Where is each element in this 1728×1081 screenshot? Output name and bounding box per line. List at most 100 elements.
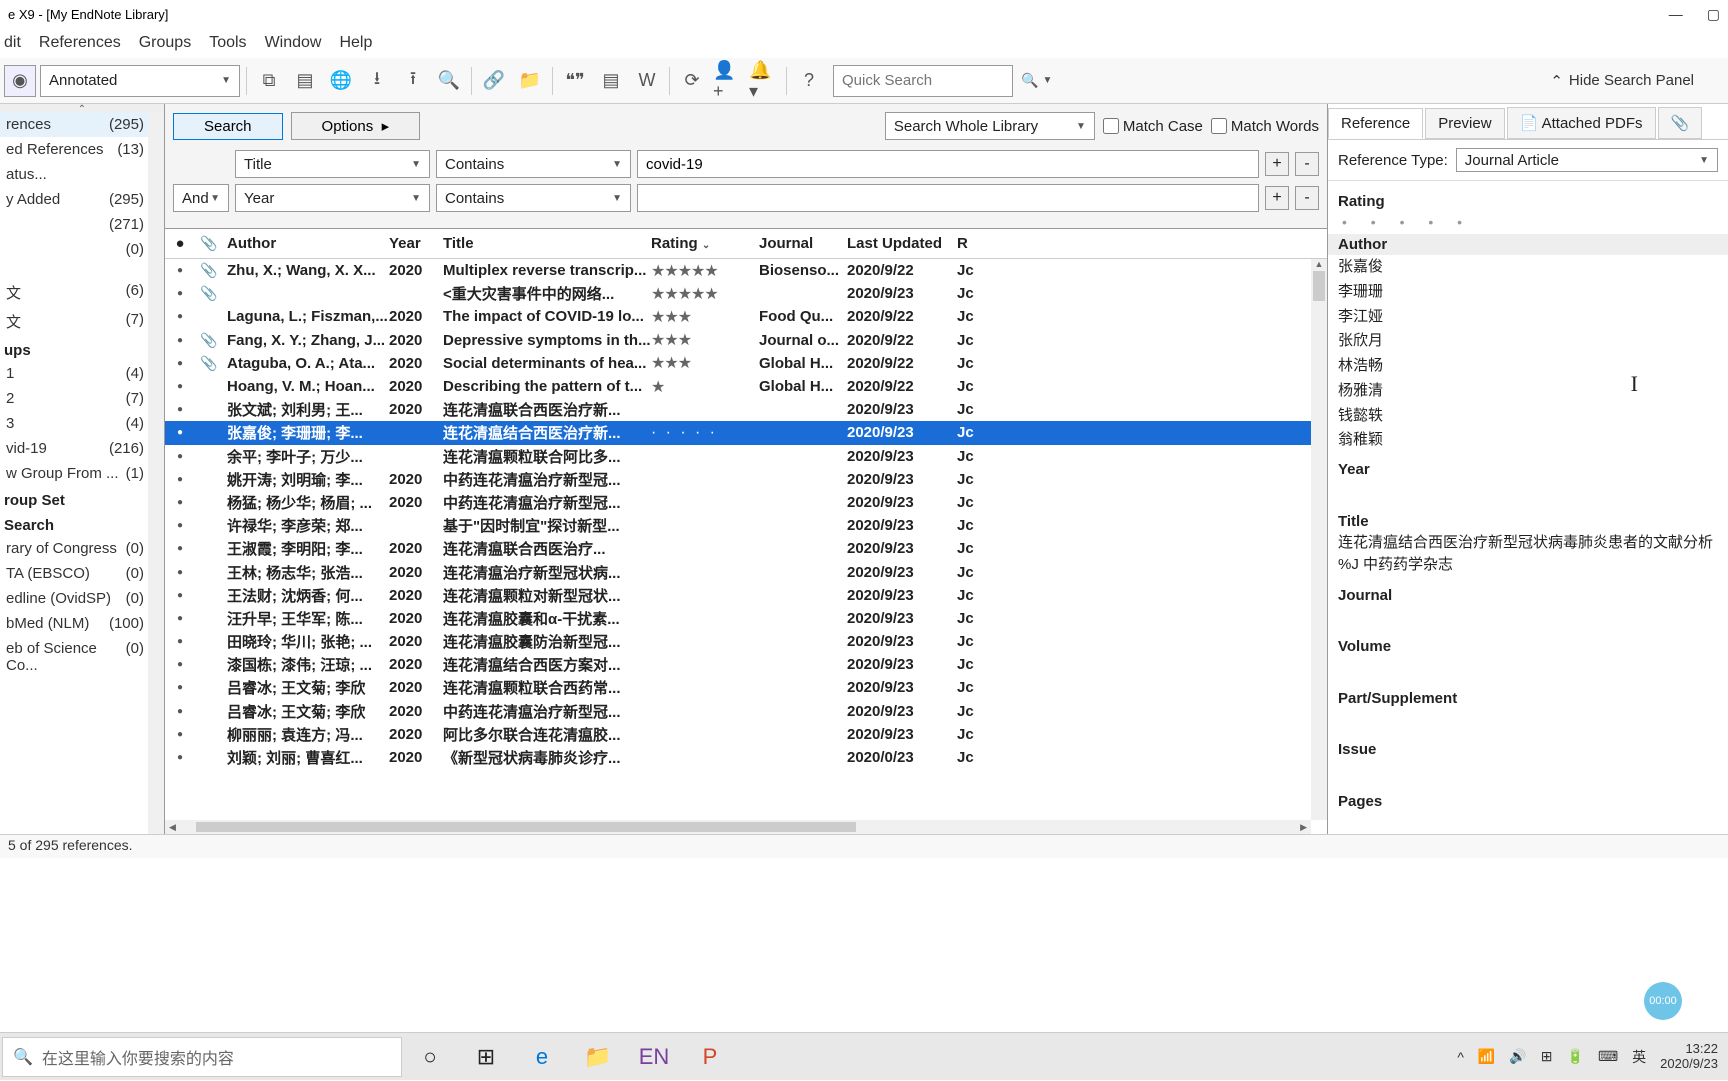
col-rating[interactable]: Rating ⌄ bbox=[651, 235, 759, 252]
col-journal[interactable]: Journal bbox=[759, 235, 847, 252]
search-value-2[interactable] bbox=[637, 184, 1259, 212]
sidebar-item[interactable]: w Group From ...(1) bbox=[0, 461, 164, 486]
table-row[interactable]: ● 姚开涛; 刘明瑜; 李... 2020 中药连花清瘟治疗新型冠... 202… bbox=[165, 468, 1327, 491]
sidebar-item[interactable]: 2(7) bbox=[0, 386, 164, 411]
author-entry[interactable]: 钱懿轶 bbox=[1338, 404, 1718, 429]
online-search-icon[interactable]: 🌐 bbox=[325, 65, 357, 97]
col-reftype[interactable]: R bbox=[957, 235, 977, 252]
quick-search-go[interactable]: 🔍 ▼ bbox=[1021, 72, 1052, 89]
col-title[interactable]: Title bbox=[443, 235, 651, 252]
table-row[interactable]: ● 吕睿冰; 王文菊; 李欣 2020 中药连花清瘟治疗新型冠... 2020/… bbox=[165, 700, 1327, 723]
battery-icon[interactable]: 🔋 bbox=[1567, 1048, 1584, 1065]
author-entry[interactable]: 张嘉俊 bbox=[1338, 255, 1718, 280]
hscroll-thumb[interactable] bbox=[196, 822, 856, 832]
notify-icon[interactable]: 🔔▾ bbox=[748, 65, 780, 97]
sidebar-item[interactable]: 文(7) bbox=[0, 307, 164, 336]
table-row[interactable]: ● 📎 Ataguba, O. A.; Ata... 2020 Social d… bbox=[165, 352, 1327, 375]
table-row[interactable]: ● 📎 <重大灾害事件中的网络... ★★★★★ 2020/9/23 Jc bbox=[165, 282, 1327, 305]
options-button[interactable]: Options ▸ bbox=[291, 112, 421, 140]
grid-hscroll[interactable]: ◀ ▶ bbox=[165, 820, 1311, 834]
copy-icon[interactable]: ⧉ bbox=[253, 65, 285, 97]
sidebar-scrollbar[interactable] bbox=[148, 112, 164, 834]
tab-reference[interactable]: Reference bbox=[1328, 108, 1423, 139]
table-row[interactable]: ● 📎 Fang, X. Y.; Zhang, J... 2020 Depres… bbox=[165, 329, 1327, 352]
sidebar-item[interactable]: rences(295) bbox=[0, 112, 164, 137]
ime-keyboard-icon[interactable]: ⌨ bbox=[1598, 1048, 1618, 1065]
windows-search[interactable]: 🔍 在这里输入你要搜索的内容 bbox=[2, 1037, 402, 1077]
match-case-checkbox[interactable]: Match Case bbox=[1103, 118, 1203, 135]
sync-icon[interactable]: ⟳ bbox=[676, 65, 708, 97]
remove-row-2[interactable]: - bbox=[1295, 186, 1319, 210]
col-year[interactable]: Year bbox=[389, 235, 443, 252]
tab-attach-icon[interactable]: 📎 bbox=[1658, 107, 1703, 139]
tab-attached-pdfs[interactable]: 📄 Attached PDFs bbox=[1507, 107, 1656, 139]
sidebar-item[interactable]: ed References(13) bbox=[0, 137, 164, 162]
author-entry[interactable]: 林浩畅 bbox=[1338, 354, 1718, 379]
table-row[interactable]: ● 张文斌; 刘利男; 王... 2020 连花清瘟联合西医治疗新... 202… bbox=[165, 398, 1327, 421]
help-icon[interactable]: ? bbox=[793, 65, 825, 97]
new-ref-icon[interactable]: ▤ bbox=[289, 65, 321, 97]
globe-icon[interactable]: ◉ bbox=[4, 65, 36, 97]
sidebar-item[interactable]: atus... bbox=[0, 162, 164, 187]
format-icon[interactable]: ▤ bbox=[595, 65, 627, 97]
ref-type-select[interactable]: Journal Article▼ bbox=[1456, 148, 1718, 172]
task-view-icon[interactable]: ⊞ bbox=[458, 1033, 514, 1081]
table-row[interactable]: ● 📎 Zhu, X.; Wang, X. X... 2020 Multiple… bbox=[165, 259, 1327, 282]
display-mode-select[interactable]: Annotated ▼ bbox=[40, 65, 240, 97]
sidebar-item[interactable]: TA (EBSCO)(0) bbox=[0, 561, 164, 586]
search-button[interactable]: Search bbox=[173, 113, 283, 140]
sidebar-item[interactable]: y Added(295) bbox=[0, 187, 164, 212]
edge-icon[interactable]: e bbox=[514, 1033, 570, 1081]
share-icon[interactable]: 👤+ bbox=[712, 65, 744, 97]
quick-search-input[interactable] bbox=[842, 72, 1004, 89]
ime-lang[interactable]: 英 bbox=[1632, 1047, 1646, 1067]
table-row[interactable]: ● 刘颖; 刘丽; 曹喜红... 2020 《新型冠状病毒肺炎诊疗... 202… bbox=[165, 746, 1327, 769]
col-attachment-icon[interactable]: 📎 bbox=[195, 235, 223, 252]
table-row[interactable]: ● 王法财; 沈炳香; 何... 2020 连花清瘟颗粒对新型冠状... 202… bbox=[165, 584, 1327, 607]
search-op-1[interactable]: Contains▼ bbox=[436, 150, 631, 178]
table-row[interactable]: ● 余平; 李叶子; 万少... 连花清瘟颗粒联合阿比多... 2020/9/2… bbox=[165, 445, 1327, 468]
quick-search[interactable] bbox=[833, 65, 1013, 97]
sidebar-item[interactable]: (0) bbox=[0, 237, 164, 262]
table-row[interactable]: ● Hoang, V. M.; Hoan... 2020 Describing … bbox=[165, 375, 1327, 398]
rating-stars-empty[interactable]: • • • • • bbox=[1338, 210, 1718, 234]
sidebar-item[interactable]: edline (OvidSP)(0) bbox=[0, 586, 164, 611]
insert-citation-icon[interactable]: ❝❞ bbox=[559, 65, 591, 97]
grid-header[interactable]: ● 📎 Author Year Title Rating ⌄ Journal L… bbox=[165, 229, 1327, 259]
search-scope-select[interactable]: Search Whole Library▼ bbox=[885, 112, 1095, 140]
author-entry[interactable]: 杨雅清 bbox=[1338, 379, 1718, 404]
sidebar-item[interactable]: bMed (NLM)(100) bbox=[0, 611, 164, 636]
powerpoint-icon[interactable]: P bbox=[682, 1033, 738, 1081]
sidebar-collapse-chevron[interactable]: ⌃ bbox=[0, 104, 164, 112]
sidebar-item[interactable]: 3(4) bbox=[0, 411, 164, 436]
link-icon[interactable]: 🔗 bbox=[478, 65, 510, 97]
table-row[interactable]: ● 漆国栋; 漆伟; 汪琼; ... 2020 连花清瘟结合西医方案对... 2… bbox=[165, 653, 1327, 676]
menu-window[interactable]: Window bbox=[265, 34, 322, 52]
vscroll-thumb[interactable] bbox=[1313, 271, 1325, 301]
menu-tools[interactable]: Tools bbox=[209, 34, 246, 52]
sidebar-item[interactable]: vid-19(216) bbox=[0, 436, 164, 461]
search-op-2[interactable]: Contains▼ bbox=[436, 184, 631, 212]
search-field-2[interactable]: Year▼ bbox=[235, 184, 430, 212]
minimize-button[interactable]: — bbox=[1669, 6, 1683, 23]
import-icon[interactable]: ⭳ bbox=[361, 65, 393, 97]
table-row[interactable]: ● 吕睿冰; 王文菊; 李欣 2020 连花清瘟颗粒联合西药常... 2020/… bbox=[165, 676, 1327, 699]
add-row-2[interactable]: + bbox=[1265, 186, 1289, 210]
author-entry[interactable]: 李珊珊 bbox=[1338, 280, 1718, 305]
maximize-button[interactable]: ▢ bbox=[1707, 6, 1720, 23]
word-icon[interactable]: W bbox=[631, 65, 663, 97]
author-entry[interactable]: 张欣月 bbox=[1338, 329, 1718, 354]
table-row[interactable]: ● 汪升早; 王华军; 陈... 2020 连花清瘟胶囊和α-干扰素... 20… bbox=[165, 607, 1327, 630]
add-row-1[interactable]: + bbox=[1265, 152, 1289, 176]
folder-icon[interactable]: 📁 bbox=[514, 65, 546, 97]
col-read-icon[interactable]: ● bbox=[165, 235, 195, 252]
sidebar-item[interactable]: rary of Congress(0) bbox=[0, 536, 164, 561]
menu-references[interactable]: References bbox=[39, 34, 121, 52]
col-author[interactable]: Author bbox=[223, 235, 389, 252]
clock[interactable]: 13:22 2020/9/23 bbox=[1660, 1042, 1718, 1071]
menu-edit[interactable]: dit bbox=[4, 34, 21, 52]
year-value[interactable] bbox=[1338, 478, 1718, 505]
author-entry[interactable]: 李江娅 bbox=[1338, 305, 1718, 330]
search-bool-2[interactable]: And▼ bbox=[173, 184, 229, 212]
grid-vscroll[interactable]: ▲ bbox=[1311, 259, 1327, 820]
